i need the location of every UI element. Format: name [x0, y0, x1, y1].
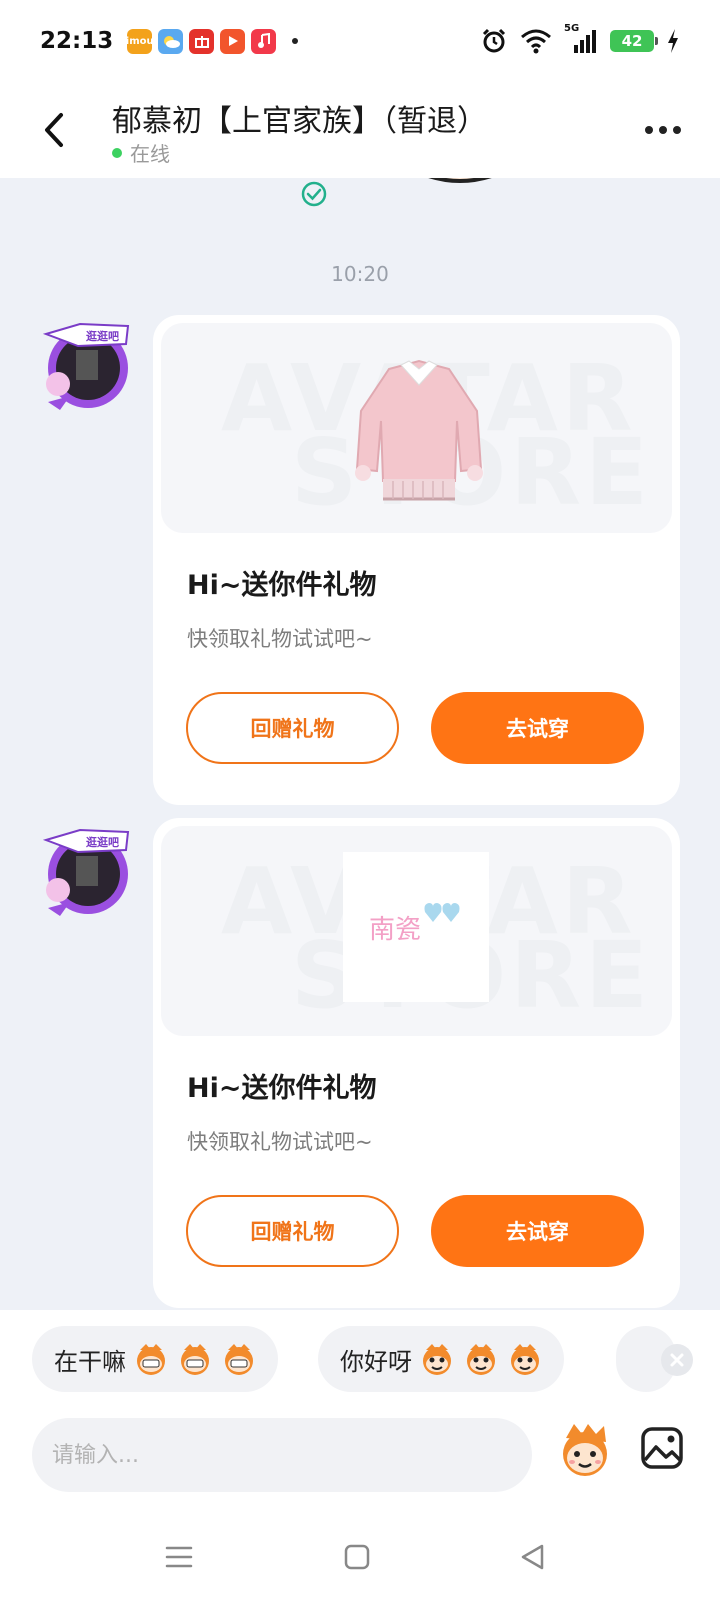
battery-level: 42: [621, 32, 643, 50]
back-button[interactable]: [36, 106, 72, 154]
message-input-bar: [0, 1410, 720, 1512]
wave-monkey-emoji-icon: [511, 1344, 539, 1375]
read-receipt-icon: [301, 181, 327, 207]
message-timestamp: 10:20: [331, 262, 389, 286]
back-nav-icon[interactable]: [518, 1542, 548, 1572]
weather-icon: [158, 28, 184, 54]
pink-sweater-image: [355, 359, 483, 501]
gift-item-image: 南瓷: [343, 852, 489, 1002]
more-options-button[interactable]: [642, 112, 684, 148]
dot: [645, 126, 653, 134]
return-gift-button[interactable]: 回赠礼物: [186, 1195, 399, 1267]
online-status-text: 在线: [130, 142, 170, 166]
online-dot-icon: [112, 147, 122, 158]
sender-avatar[interactable]: 逛逛吧: [40, 826, 132, 918]
sender-avatar[interactable]: 逛逛吧: [40, 320, 132, 412]
gift-title: Hi~送你件礼物: [187, 1073, 377, 1104]
image-picker-button[interactable]: [640, 1426, 684, 1470]
wave-monkey-emoji-icon: [423, 1344, 451, 1375]
status-indicators: 5G 42: [480, 23, 680, 55]
music-app-icon: [251, 28, 277, 54]
quick-reply-bar: 在干嘛 你好呀: [0, 1310, 720, 1410]
sticker-button[interactable]: [556, 1420, 614, 1480]
close-quick-replies-button[interactable]: [661, 1344, 693, 1376]
notification-icons: imou: [126, 28, 299, 54]
imou-icon: imou: [126, 28, 154, 54]
quick-reply-chip[interactable]: 在干嘛: [32, 1326, 278, 1392]
grin-monkey-emoji-icon: [225, 1344, 253, 1375]
message-input[interactable]: [32, 1418, 532, 1492]
wave-monkey-emoji-icon: [467, 1344, 495, 1375]
alarm-icon: [482, 28, 506, 53]
gift-preview[interactable]: AVATAR STORE 南瓷: [161, 826, 672, 1036]
chevron-left-icon: [45, 113, 63, 147]
chat-header: 郁慕初【上官家族】（暂退） 在线: [0, 82, 720, 178]
status-time: 22:13: [40, 28, 114, 54]
dot: [659, 126, 667, 134]
charging-icon: [668, 29, 678, 53]
return-gift-button[interactable]: 回赠礼物: [186, 692, 399, 764]
gift-preview[interactable]: AVATAR STORE: [161, 323, 672, 533]
gift-subtitle: 快领取礼物试试吧~: [187, 1130, 373, 1154]
gift-item-text: 南瓷: [368, 914, 421, 945]
quick-reply-text: 在干嘛: [54, 1347, 126, 1376]
gift-message-card[interactable]: AVATAR STORE 南瓷 Hi~送你件礼物 快领取礼物试试吧~ 回赠礼物 …: [153, 818, 680, 1308]
video-app-icon: [220, 28, 246, 54]
battery-icon: 42: [610, 30, 658, 52]
dot: [673, 126, 681, 134]
close-icon: [670, 1353, 684, 1367]
gift-app-icon: [189, 28, 215, 54]
online-status: 在线: [112, 138, 170, 167]
menu-nav-icon[interactable]: [164, 1542, 194, 1572]
system-navigation-bar: [0, 1512, 720, 1604]
contact-name: 郁慕初【上官家族】（暂退）: [112, 104, 487, 139]
gift-title: Hi~送你件礼物: [187, 570, 377, 601]
grin-monkey-emoji-icon: [137, 1344, 165, 1375]
home-nav-icon[interactable]: [342, 1542, 372, 1572]
quick-reply-text: 你好呀: [340, 1347, 412, 1376]
try-on-button[interactable]: 去试穿: [431, 692, 644, 764]
chat-messages[interactable]: 10:20 逛逛吧 AVATAR STORE Hi~送你件礼物 快领取礼物试试吧…: [0, 178, 720, 1310]
gift-message-card[interactable]: AVATAR STORE Hi~送你件礼物 快领取礼物试试吧~ 回赠礼物 去试穿: [153, 315, 680, 805]
heart-icon: [424, 903, 460, 922]
svg-text:逛逛吧: 逛逛吧: [86, 329, 119, 343]
quick-reply-chip[interactable]: 你好呀: [318, 1326, 564, 1392]
status-bar: 22:13 imou 5G 42: [0, 0, 720, 82]
grin-monkey-emoji-icon: [181, 1344, 209, 1375]
previous-sticker-image: [428, 178, 492, 183]
try-on-button[interactable]: 去试穿: [431, 1195, 644, 1267]
cellular-signal-icon: 5G: [564, 23, 598, 55]
gift-subtitle: 快领取礼物试试吧~: [187, 627, 373, 651]
wifi-icon: [521, 29, 551, 54]
svg-text:逛逛吧: 逛逛吧: [86, 835, 119, 849]
more-notifications-icon: [292, 38, 299, 44]
